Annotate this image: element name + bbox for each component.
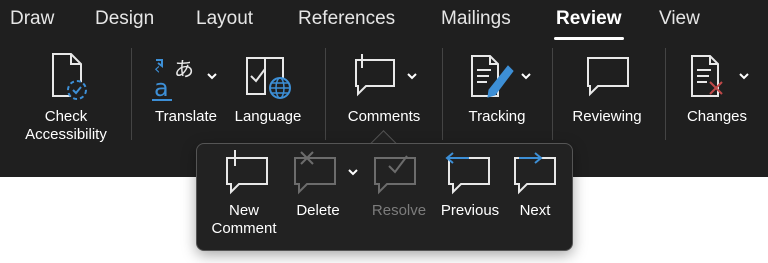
- check-accessibility-icon: [15, 52, 117, 102]
- chevron-down-icon[interactable]: [206, 72, 218, 80]
- svg-text:a: a: [154, 74, 169, 102]
- delete-comment-button[interactable]: Delete: [291, 150, 365, 219]
- reviewing-button[interactable]: Reviewing: [566, 52, 648, 125]
- tracking-button[interactable]: Tracking: [460, 52, 534, 125]
- language-button[interactable]: Language: [228, 52, 308, 125]
- tab-view[interactable]: View: [659, 8, 700, 30]
- resolve-comment-icon: [367, 150, 431, 201]
- next-label: Next: [519, 202, 551, 219]
- delete-label: Delete: [296, 202, 340, 219]
- tab-mailings[interactable]: Mailings: [441, 8, 511, 30]
- new-comment-icon: [205, 150, 283, 201]
- tracking-label: Tracking: [468, 108, 526, 125]
- new-comment-label-line1: New: [228, 202, 259, 219]
- chevron-down-icon[interactable]: [520, 72, 532, 80]
- comments-menu: New Comment Delete Resolve Previous Next: [196, 143, 573, 251]
- tab-layout[interactable]: Layout: [196, 8, 253, 30]
- check-accessibility-button[interactable]: Check Accessibility: [15, 52, 117, 143]
- reviewing-label: Reviewing: [572, 108, 642, 125]
- ribbon-tabs: Draw Design Layout References Mailings R…: [0, 0, 768, 42]
- active-tab-indicator: [554, 37, 624, 40]
- comments-label: Comments: [347, 108, 421, 125]
- tab-draw[interactable]: Draw: [10, 8, 54, 30]
- chevron-down-icon[interactable]: [738, 72, 750, 80]
- chevron-down-icon[interactable]: [347, 168, 359, 176]
- translate-button[interactable]: ‹ あ a Translate: [148, 52, 224, 125]
- tab-design[interactable]: Design: [95, 8, 154, 30]
- separator: [442, 48, 443, 140]
- comments-button[interactable]: Comments: [340, 52, 428, 125]
- next-comment-icon: [505, 150, 565, 201]
- new-comment-button[interactable]: New Comment: [205, 150, 283, 237]
- separator: [325, 48, 326, 140]
- changes-button[interactable]: Changes: [680, 52, 754, 125]
- check-accessibility-label-line1: Check: [44, 108, 88, 125]
- check-accessibility-label-line2: Accessibility: [25, 126, 107, 143]
- svg-text:あ: あ: [174, 57, 194, 81]
- next-comment-button[interactable]: Next: [505, 150, 565, 219]
- language-label: Language: [234, 108, 302, 125]
- previous-comment-button[interactable]: Previous: [435, 150, 505, 219]
- previous-label: Previous: [440, 202, 500, 219]
- translate-label: Translate: [155, 108, 217, 125]
- previous-comment-icon: [435, 150, 505, 201]
- tab-review[interactable]: Review: [556, 8, 621, 30]
- separator: [665, 48, 666, 140]
- new-comment-label-line2: Comment: [211, 220, 277, 237]
- changes-label: Changes: [686, 108, 748, 125]
- separator: [552, 48, 553, 140]
- resolve-label: Resolve: [371, 202, 427, 219]
- resolve-comment-button[interactable]: Resolve: [367, 150, 431, 219]
- separator: [131, 48, 132, 140]
- tab-references[interactable]: References: [298, 8, 395, 30]
- language-icon: [228, 52, 308, 102]
- reviewing-icon: [566, 52, 648, 102]
- chevron-down-icon[interactable]: [406, 72, 418, 80]
